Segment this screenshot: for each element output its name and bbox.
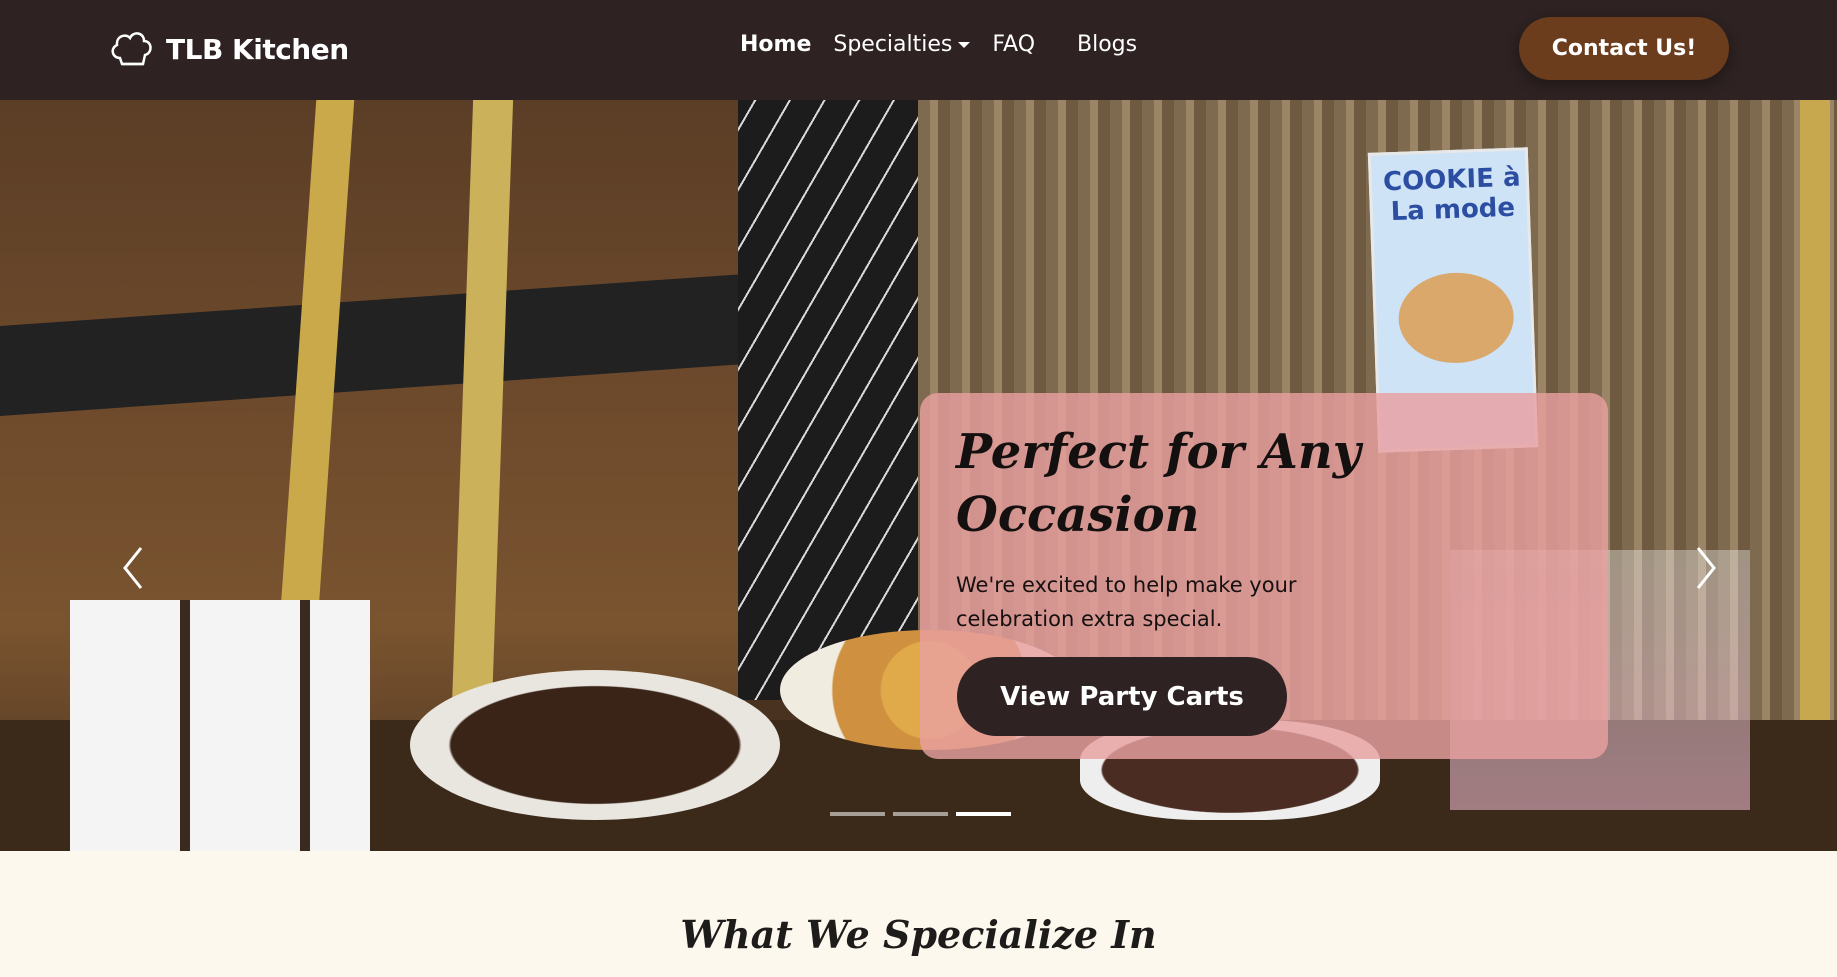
cookie-image xyxy=(1397,270,1516,365)
nav-home[interactable]: Home xyxy=(740,32,811,57)
caret-down-icon xyxy=(958,42,971,48)
nav-faq[interactable]: FAQ xyxy=(992,32,1035,57)
chef-hat-icon xyxy=(111,32,152,66)
hero-carousel: COOKIE à La mode Perfect for Any Occasio… xyxy=(0,100,1837,851)
brownies-plate xyxy=(410,670,780,820)
hero-subtitle: We're excited to help make your celebrat… xyxy=(956,573,1297,631)
nav-specialties-label: Specialties xyxy=(833,32,953,57)
hero-caption: Perfect for Any Occasion We're excited t… xyxy=(920,393,1608,759)
carousel-indicator[interactable] xyxy=(893,812,948,816)
section-title: What We Specialize In xyxy=(680,912,1157,957)
carousel-indicators xyxy=(830,812,1011,816)
brand[interactable]: TLB Kitchen xyxy=(106,24,349,74)
nav-links: Home Specialties FAQ Blogs xyxy=(740,32,1159,57)
contact-button[interactable]: Contact Us! xyxy=(1519,17,1729,80)
snack-cups xyxy=(70,600,370,851)
chevron-left-icon[interactable] xyxy=(113,538,153,598)
navbar: TLB Kitchen Home Specialties FAQ Blogs C… xyxy=(0,0,1837,100)
sign-title: COOKIE à La mode xyxy=(1382,162,1522,228)
brand-name: TLB Kitchen xyxy=(166,32,349,66)
hero-title: Perfect for Any Occasion xyxy=(956,424,1361,543)
view-party-carts-button[interactable]: View Party Carts xyxy=(957,657,1287,736)
carousel-indicator[interactable] xyxy=(830,812,885,816)
carousel-indicator[interactable] xyxy=(956,812,1011,816)
marble-column xyxy=(738,100,918,700)
nav-specialties[interactable]: Specialties xyxy=(833,32,971,57)
nav-blogs[interactable]: Blogs xyxy=(1077,32,1137,57)
chevron-right-icon[interactable] xyxy=(1686,538,1726,598)
